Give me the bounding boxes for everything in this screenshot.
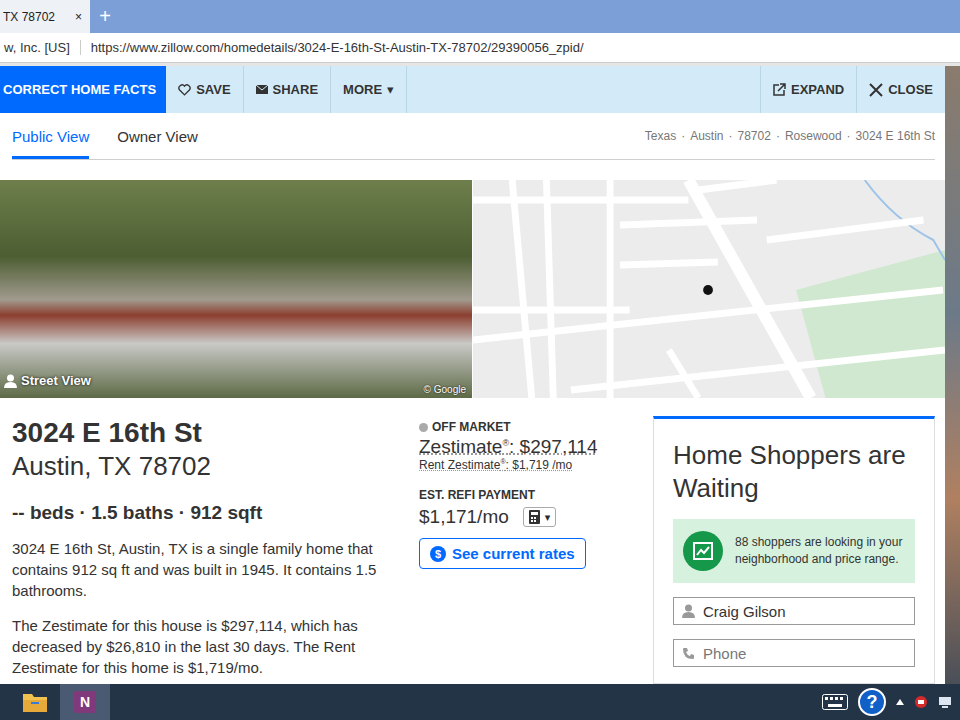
browser-tab-bar: TX 78702×+ — [0, 0, 960, 33]
description-paragraph: The Zestimate for this house is $297,114… — [12, 615, 410, 678]
address-street: 3024 E 16th St — [12, 416, 410, 450]
phone-icon — [682, 647, 695, 660]
site-identity[interactable]: w, Inc. [US] — [4, 40, 81, 55]
new-tab-button[interactable]: + — [90, 0, 120, 33]
shoppers-notice: 88 shoppers are looking in your neighbor… — [673, 519, 915, 583]
view-tab[interactable]: Owner View — [117, 113, 198, 159]
toolbar-button[interactable]: SHARE — [244, 66, 332, 113]
screen: TX 78702×+ w, Inc. [US] https://www.zillow… — [0, 0, 960, 720]
tab-close[interactable]: × — [75, 10, 82, 24]
keyboard-icon[interactable] — [822, 694, 848, 710]
expand-icon — [773, 83, 786, 96]
taskbar: N? — [0, 684, 960, 720]
address-city: Austin, TX 78702 — [12, 450, 410, 482]
breadcrumb-item[interactable]: 3024 E 16th St — [856, 129, 935, 143]
card-title: Home Shoppers are Waiting — [673, 439, 915, 505]
envelope-icon — [256, 85, 268, 94]
zestimate[interactable]: Zestimate®: $297,114 — [419, 436, 644, 458]
breadcrumb-item[interactable]: 78702 — [738, 129, 771, 143]
refi-label: EST. REFI PAYMENT — [419, 488, 644, 502]
status-dot — [419, 423, 428, 432]
see-rates-button[interactable]: $See current rates — [419, 538, 586, 569]
view-tab[interactable]: Public View — [12, 113, 89, 159]
correct-home-facts-button[interactable]: CORRECT HOME FACTS — [0, 66, 166, 113]
browser-tab[interactable]: TX 78702× — [0, 0, 90, 33]
network-icon[interactable] — [938, 695, 952, 709]
breadcrumb: Texas·Austin·78702·Rosewood·3024 E 16th … — [645, 113, 935, 159]
url[interactable]: https://www.zillow.com/homedetails/3024-… — [91, 40, 584, 55]
lead-form-card: Home Shoppers are Waiting 88 shoppers are… — [653, 416, 935, 684]
form-field[interactable]: Craig Gilson — [673, 597, 915, 625]
background-page — [945, 66, 960, 684]
photo-credit: © Google — [424, 384, 466, 395]
help-icon[interactable]: ? — [858, 688, 886, 716]
refi-payment: $1,171/mo — [419, 506, 509, 528]
street-view-photo[interactable]: Street View © Google — [0, 180, 472, 398]
toolbar-button[interactable]: SAVE — [166, 66, 243, 113]
home-facts: -- beds · 1.5 baths · 912 sqft — [12, 502, 410, 524]
toolbar-button[interactable]: CLOSE — [856, 66, 945, 113]
market-status: OFF MARKET — [419, 420, 644, 434]
home-details-panel: CORRECT HOME FACTSSAVESHAREMORE▾ EXPANDCL… — [0, 66, 945, 684]
close-icon — [869, 83, 883, 97]
person-icon — [682, 604, 695, 618]
dollar-icon: $ — [430, 546, 446, 562]
form-field[interactable]: Phone — [673, 639, 915, 667]
tray-arrow-icon[interactable] — [896, 699, 904, 705]
heart-icon — [178, 84, 191, 96]
calculator-dropdown[interactable]: ▾ — [523, 507, 557, 527]
toolbar-button[interactable]: EXPAND — [760, 66, 856, 113]
location-pin — [703, 285, 713, 295]
toolbar: CORRECT HOME FACTSSAVESHAREMORE▾ EXPANDCL… — [0, 66, 945, 113]
map[interactable] — [473, 180, 945, 398]
calculator-icon — [529, 510, 540, 524]
folder-icon — [22, 691, 48, 713]
address-bar[interactable]: w, Inc. [US] https://www.zillow.com/homed… — [0, 33, 960, 63]
view-tabs: Public View Owner View Texas·Austin·78702·… — [12, 113, 935, 160]
onenote-icon: N — [74, 691, 96, 713]
breadcrumb-item[interactable]: Austin — [690, 129, 723, 143]
toolbar-button[interactable]: MORE▾ — [331, 66, 407, 113]
breadcrumb-item[interactable]: Rosewood — [785, 129, 842, 143]
map-image[interactable] — [473, 180, 945, 398]
antivirus-icon[interactable] — [914, 695, 928, 709]
onenote-button[interactable]: N — [60, 684, 110, 720]
caret-icon: ▾ — [387, 82, 394, 97]
chart-icon — [683, 531, 723, 571]
rent-zestimate[interactable]: Rent Zestimate®: $1,719 /mo — [419, 458, 644, 472]
file-explorer-button[interactable] — [10, 684, 60, 720]
system-tray: ? — [822, 684, 960, 720]
street-view-label[interactable]: Street View — [4, 373, 91, 388]
description-paragraph: 3024 E 16th St, Austin, TX is a single f… — [12, 538, 410, 601]
person-icon — [4, 374, 17, 388]
breadcrumb-item[interactable]: Texas — [645, 129, 676, 143]
